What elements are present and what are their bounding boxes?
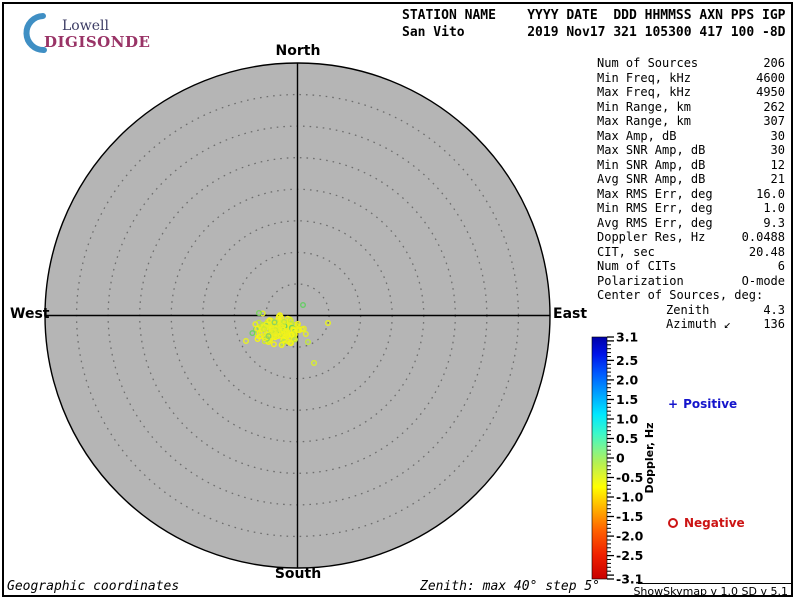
stat-row: Min Range, km 262 [597, 100, 785, 115]
stat-row: Max Range, km 307 [597, 114, 785, 129]
stat-row: Min SNR Amp, dB 12 [597, 158, 785, 173]
ring-icon [668, 518, 678, 528]
compass-label-west: West [10, 306, 49, 322]
coordinates-mode-label: Geographic coordinates [7, 579, 179, 594]
doppler-colorbar: 3.12.52.01.51.00.50-0.5-1.0-1.5-2.0-2.5-… [585, 330, 667, 588]
skymap-plot [0, 0, 600, 600]
plus-icon: + [668, 397, 678, 411]
stat-row: Max SNR Amp, dB 30 [597, 143, 785, 158]
stat-label: Num of Sources [597, 56, 698, 71]
stat-label: Polarization [597, 274, 684, 289]
stat-value: 1.0 [763, 201, 785, 216]
footer-divider [638, 583, 791, 584]
stat-label: Max SNR Amp, dB [597, 143, 705, 158]
colorbar-gradient [592, 337, 607, 579]
positive-doppler-legend: + Positive [668, 397, 737, 411]
colorbar-ticks [607, 337, 614, 579]
positive-label: Positive [683, 397, 737, 411]
colorbar-tick-label: 3.1 [616, 330, 638, 345]
stat-value: 4.3 [763, 303, 785, 318]
stat-label: Min SNR Amp, dB [597, 158, 705, 173]
colorbar-tick-label: -2.5 [616, 548, 643, 563]
stat-value: 30 [771, 129, 785, 144]
colorbar-tick-label: 2.0 [616, 372, 638, 387]
compass-label-north: North [276, 43, 321, 59]
stat-value: 0.0488 [742, 230, 785, 245]
stat-label: Max Freq, kHz [597, 85, 691, 100]
stat-value: 16.0 [756, 187, 785, 202]
stat-row: Zenith 4.3 [597, 303, 785, 318]
stat-row: Min RMS Err, deg 1.0 [597, 201, 785, 216]
colorbar-tick-label: 1.5 [616, 392, 638, 407]
stat-row: Avg RMS Err, deg 9.3 [597, 216, 785, 231]
stat-row: Max Freq, kHz 4950 [597, 85, 785, 100]
colorbar-axis-title: Doppler, Hz [643, 422, 656, 493]
stat-value: 20.48 [749, 245, 785, 260]
stat-label: Min Freq, kHz [597, 71, 691, 86]
colorbar-tick-label: -2.0 [616, 529, 644, 544]
stat-row: Polarization O-mode [597, 274, 785, 289]
stat-value: 4600 [756, 71, 785, 86]
colorbar-tick-label: 2.5 [616, 353, 638, 368]
stat-label: Min RMS Err, deg [597, 201, 713, 216]
stat-row: Num of Sources 206 [597, 56, 785, 71]
stat-value: 30 [771, 143, 785, 158]
stat-label: Min Range, km [597, 100, 691, 115]
stat-row: Num of CITs 6 [597, 259, 785, 274]
stat-value: 12 [771, 158, 785, 173]
stat-row: CIT, sec 20.48 [597, 245, 785, 260]
colorbar-tick-label: 0 [616, 451, 625, 466]
stat-value: 21 [771, 172, 785, 187]
stat-row: Avg SNR Amp, dB 21 [597, 172, 785, 187]
version-label: ShowSkymap v 1.0 SD v 5.1 [633, 585, 788, 598]
showskymap-window: Lowell DIGISONDE STATION NAME YYYY DATE … [0, 0, 800, 600]
stat-value: 206 [763, 56, 785, 71]
negative-doppler-legend: Negative [668, 516, 745, 530]
stat-label: Avg SNR Amp, dB [597, 172, 705, 187]
stat-label: Zenith [597, 303, 709, 318]
colorbar-tick-label: 1.0 [616, 412, 638, 427]
stat-label: Max RMS Err, deg [597, 187, 713, 202]
stat-label: CIT, sec [597, 245, 655, 260]
colorbar-tick-labels: 3.12.52.01.51.00.50-0.5-1.0-1.5-2.0-2.5-… [616, 330, 644, 587]
stat-value: 6 [778, 259, 785, 274]
stat-value: O-mode [742, 274, 785, 289]
stat-row: Center of Sources, deg: [597, 288, 785, 303]
zenith-scale-label: Zenith: max 40° step 5° [420, 579, 600, 594]
colorbar-tick-label: -1.5 [616, 509, 643, 524]
stat-label: Doppler Res, Hz [597, 230, 705, 245]
colorbar-tick-label: 0.5 [616, 431, 638, 446]
stat-label: Center of Sources, deg: [597, 288, 763, 303]
stat-label: Avg RMS Err, deg [597, 216, 713, 231]
compass-label-south: South [275, 566, 321, 582]
stat-value: 4950 [756, 85, 785, 100]
stat-label: Max Range, km [597, 114, 691, 129]
stat-value: 262 [763, 100, 785, 115]
stat-label: Num of CITs [597, 259, 676, 274]
stat-row: Max Amp, dB 30 [597, 129, 785, 144]
stat-value: 307 [763, 114, 785, 129]
stat-row: Max RMS Err, deg 16.0 [597, 187, 785, 202]
negative-label: Negative [684, 516, 745, 530]
stat-row: Doppler Res, Hz 0.0488 [597, 230, 785, 245]
measurement-stats-panel: Num of Sources206Min Freq, kHz4600Max Fr… [597, 56, 785, 332]
stat-value: 9.3 [763, 216, 785, 231]
stat-label: Max Amp, dB [597, 129, 676, 144]
colorbar-tick-label: -0.5 [616, 470, 643, 485]
stat-row: Min Freq, kHz 4600 [597, 71, 785, 86]
compass-label-east: East [553, 306, 587, 322]
colorbar-tick-label: -1.0 [616, 490, 644, 505]
stat-value: 136 [763, 317, 785, 332]
